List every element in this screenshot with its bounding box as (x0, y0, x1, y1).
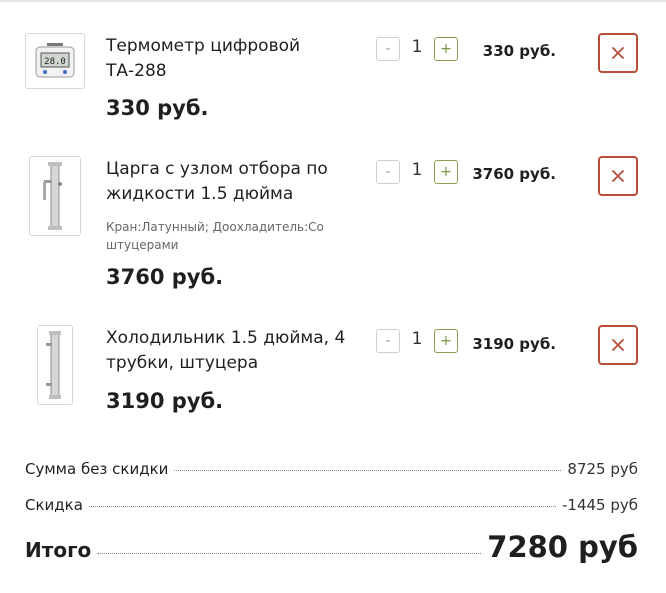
product-name[interactable]: Царга с узлом отбора по жидкости 1.5 дюй… (106, 157, 356, 207)
discount-value: -1445 руб (561, 496, 638, 514)
total-row: Итого 7280 руб (25, 530, 638, 564)
decrease-quantity-button[interactable]: - (376, 37, 400, 61)
digital-thermometer-icon: 28.0 (35, 43, 75, 78)
close-icon (612, 170, 624, 182)
product-price: 3190 руб. (106, 389, 224, 413)
increase-quantity-button[interactable]: + (434, 37, 458, 61)
svg-text:28.0: 28.0 (44, 57, 66, 67)
dotted-leader (174, 470, 562, 471)
increase-quantity-button[interactable]: + (434, 329, 458, 353)
quantity-value[interactable]: 1 (406, 329, 428, 349)
subtotal-value: 8725 руб (567, 460, 638, 478)
total-label: Итого (25, 538, 92, 562)
subtotal-label: Сумма без скидки (25, 460, 169, 478)
product-image[interactable] (29, 156, 81, 236)
line-total-price: 3190 руб. (472, 335, 556, 353)
product-name[interactable]: Холодильник 1.5 дюйма, 4 трубки, штуцера (106, 326, 356, 376)
line-total-price: 3760 руб. (472, 165, 556, 183)
decrease-quantity-button[interactable]: - (376, 160, 400, 184)
quantity-value[interactable]: 1 (406, 37, 428, 57)
column-section-icon (43, 162, 62, 230)
dotted-leader (97, 553, 482, 554)
total-value: 7280 руб (487, 530, 638, 564)
discount-row: Скидка -1445 руб (25, 496, 638, 514)
condenser-tube-icon (46, 331, 61, 399)
product-price: 330 руб. (106, 96, 209, 120)
remove-item-button[interactable] (598, 156, 638, 196)
remove-item-button[interactable] (598, 325, 638, 365)
dotted-leader (88, 506, 556, 507)
product-options: Кран:Латунный; Доохладитель:Со штуцерами (106, 220, 324, 252)
top-divider (0, 0, 666, 2)
close-icon (612, 339, 624, 351)
decrease-quantity-button[interactable]: - (376, 329, 400, 353)
discount-label: Скидка (25, 496, 83, 514)
product-name[interactable]: Термометр цифровой ТА-288 (106, 34, 356, 84)
line-total-price: 330 руб. (482, 42, 556, 60)
subtotal-row: Сумма без скидки 8725 руб (25, 460, 638, 478)
product-image[interactable]: 28.0 (25, 33, 85, 89)
product-image[interactable] (37, 325, 73, 405)
remove-item-button[interactable] (598, 33, 638, 73)
quantity-value[interactable]: 1 (406, 160, 428, 180)
increase-quantity-button[interactable]: + (434, 160, 458, 184)
close-icon (612, 47, 624, 59)
product-price: 3760 руб. (106, 265, 224, 289)
